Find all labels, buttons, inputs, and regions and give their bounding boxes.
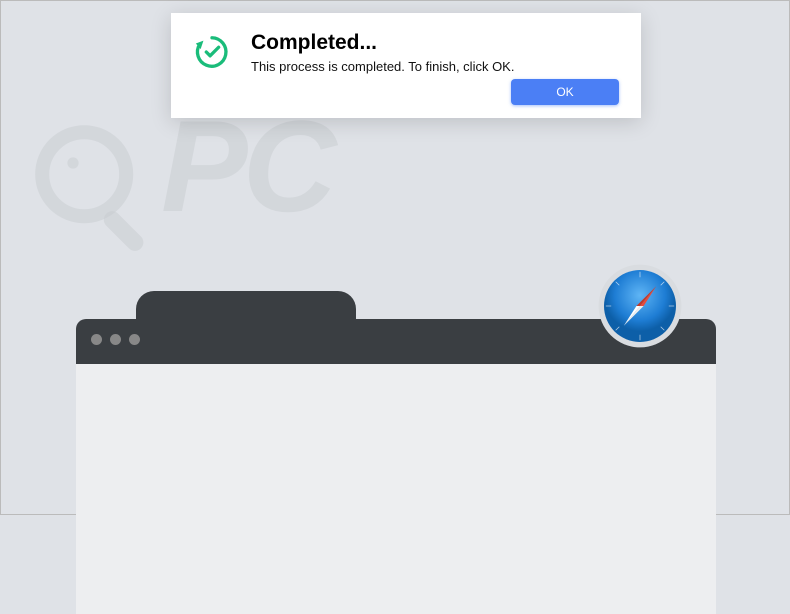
traffic-light-minimize <box>110 334 121 345</box>
ok-button[interactable]: OK <box>511 79 619 105</box>
dialog-message: This process is completed. To finish, cl… <box>251 59 514 74</box>
traffic-lights <box>91 334 140 345</box>
traffic-light-close <box>91 334 102 345</box>
traffic-light-maximize <box>129 334 140 345</box>
dialog-title: Completed... <box>251 31 514 55</box>
safari-icon <box>595 261 685 351</box>
browser-body <box>76 364 716 614</box>
magnifier-icon <box>31 121 171 261</box>
completed-dialog: Completed... This process is completed. … <box>171 13 641 118</box>
checkmark-refresh-icon <box>193 33 231 71</box>
